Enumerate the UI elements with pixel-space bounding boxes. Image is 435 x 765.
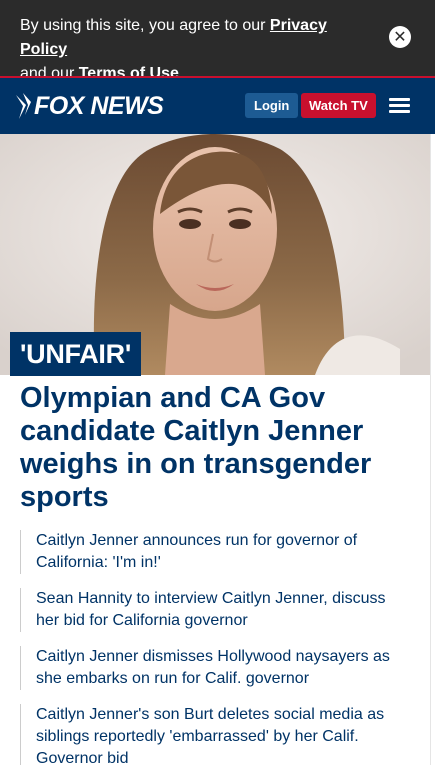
related-link[interactable]: Caitlyn Jenner dismisses Hollywood naysa…	[20, 646, 410, 690]
close-icon[interactable]: ✕	[389, 26, 411, 48]
article-headline[interactable]: Olympian and CA Gov candidate Caitlyn Je…	[20, 382, 400, 514]
related-link[interactable]: Caitlyn Jenner announces run for governo…	[20, 530, 410, 574]
article-kicker[interactable]: 'UNFAIR'	[10, 332, 141, 376]
site-header: FOX NEWS Login Watch TV	[0, 78, 435, 134]
consent-text: By using this site, you agree to our	[20, 17, 270, 34]
logo-wordmark: FOX NEWS	[34, 92, 164, 120]
related-link[interactable]: Sean Hannity to interview Caitlyn Jenner…	[20, 588, 410, 632]
watch-tv-button[interactable]: Watch TV	[301, 93, 376, 118]
content-edge-divider	[430, 134, 431, 765]
fox-news-logo[interactable]: FOX NEWS	[14, 91, 174, 121]
related-links-list: Caitlyn Jenner announces run for governo…	[20, 530, 410, 765]
login-button[interactable]: Login	[245, 93, 299, 118]
cookie-consent-banner: By using this site, you agree to our Pri…	[0, 0, 435, 82]
hamburger-menu-icon[interactable]	[389, 98, 410, 114]
related-link[interactable]: Caitlyn Jenner's son Burt deletes social…	[20, 704, 410, 765]
